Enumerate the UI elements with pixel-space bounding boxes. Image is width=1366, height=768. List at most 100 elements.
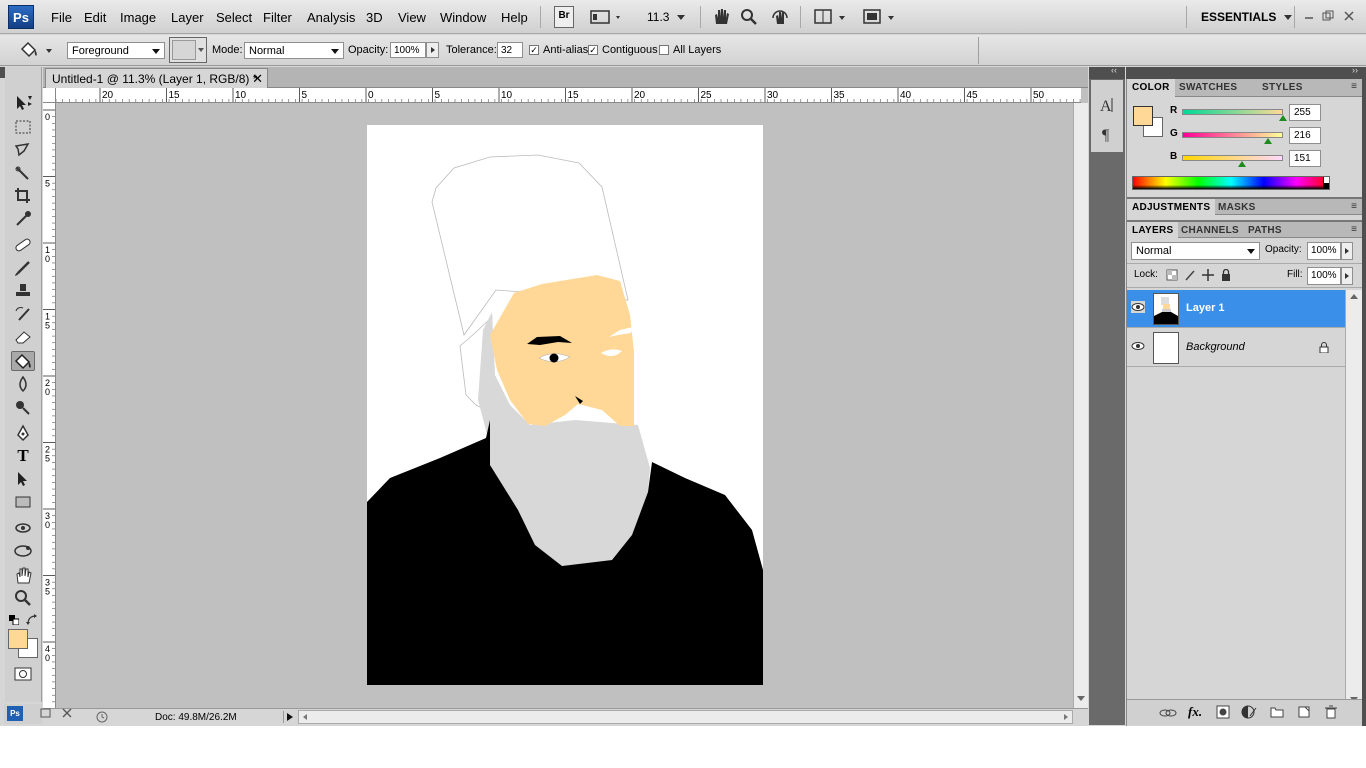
lock-all-icon[interactable] bbox=[1220, 268, 1232, 281]
clone-stamp-tool-icon[interactable] bbox=[11, 281, 35, 301]
workspace-switcher[interactable]: ESSENTIALS bbox=[1201, 10, 1293, 32]
blur-tool-icon[interactable] bbox=[11, 374, 35, 394]
menu-analysis[interactable]: Analysis bbox=[307, 10, 355, 25]
lock-position-icon[interactable] bbox=[1202, 269, 1214, 281]
layer-row-background[interactable]: Background bbox=[1127, 329, 1345, 367]
visibility-eye-icon[interactable] bbox=[1131, 340, 1145, 352]
panel-menu-icon[interactable]: ≡ bbox=[1351, 81, 1357, 92]
canvas-viewport[interactable] bbox=[57, 103, 1073, 708]
mode-select[interactable]: Normal bbox=[244, 42, 344, 59]
marquee-tool-icon[interactable] bbox=[11, 117, 35, 137]
status-info-icon[interactable] bbox=[95, 711, 109, 723]
antialias-checkbox[interactable]: ✓ bbox=[529, 45, 539, 55]
crop-tool-icon[interactable] bbox=[11, 186, 35, 206]
3d-rotate-tool-icon[interactable] bbox=[11, 518, 35, 538]
3d-orbit-tool-icon[interactable] bbox=[11, 541, 35, 561]
horizontal-scrollbar[interactable] bbox=[298, 710, 1073, 724]
restore-icon[interactable] bbox=[1322, 10, 1334, 22]
minimize-icon[interactable] bbox=[1303, 10, 1315, 22]
vertical-scrollbar[interactable] bbox=[1073, 103, 1088, 708]
zoom-level[interactable]: 11.3 bbox=[647, 6, 687, 28]
menu-image[interactable]: Image bbox=[120, 10, 156, 25]
menu-file[interactable]: File bbox=[51, 10, 72, 25]
tab-styles[interactable]: STYLES bbox=[1257, 79, 1308, 97]
pen-tool-icon[interactable] bbox=[11, 423, 35, 443]
tab-color[interactable]: COLOR bbox=[1127, 79, 1175, 97]
menu-window[interactable]: Window bbox=[440, 10, 486, 25]
channel-b-slider[interactable] bbox=[1182, 155, 1283, 161]
visibility-eye-icon[interactable] bbox=[1131, 301, 1145, 313]
menu-layer[interactable]: Layer bbox=[171, 10, 204, 25]
document-canvas[interactable] bbox=[57, 103, 1073, 708]
paint-bucket-tool-icon[interactable] bbox=[11, 351, 35, 371]
menu-help[interactable]: Help bbox=[501, 10, 528, 25]
quick-mask-icon[interactable] bbox=[11, 664, 35, 684]
doc-restore-icon[interactable] bbox=[40, 707, 52, 719]
lasso-tool-icon[interactable] bbox=[11, 140, 35, 160]
pattern-picker[interactable] bbox=[169, 37, 207, 63]
swap-colors-icon[interactable] bbox=[26, 614, 38, 626]
channel-r-slider[interactable] bbox=[1182, 109, 1283, 115]
layer-opacity-arrow-icon[interactable] bbox=[1341, 242, 1353, 260]
ps-mini-logo[interactable]: Ps bbox=[7, 706, 23, 721]
menu-3d[interactable]: 3D bbox=[366, 10, 383, 25]
dodge-tool-icon[interactable] bbox=[11, 397, 35, 417]
adjustments-menu-icon[interactable]: ≡ bbox=[1351, 201, 1357, 212]
close-tab-icon[interactable]: ✕ bbox=[252, 71, 263, 87]
tab-swatches[interactable]: SWATCHES bbox=[1174, 79, 1242, 97]
color-panel-foreground-swatch[interactable] bbox=[1133, 106, 1153, 126]
path-selection-tool-icon[interactable] bbox=[11, 469, 35, 489]
tab-masks[interactable]: MASKS bbox=[1213, 199, 1261, 217]
add-mask-icon[interactable] bbox=[1216, 705, 1230, 719]
layer-opacity-input[interactable]: 100% bbox=[1307, 242, 1341, 260]
new-layer-icon[interactable] bbox=[1297, 705, 1311, 719]
zoom-tool-icon[interactable] bbox=[739, 6, 759, 28]
character-panel-icon[interactable]: A bbox=[1097, 95, 1117, 115]
lock-image-icon[interactable] bbox=[1184, 269, 1196, 281]
rotate-view-icon[interactable] bbox=[769, 6, 791, 28]
delete-layer-icon[interactable] bbox=[1324, 705, 1338, 719]
zoom-tool-icon[interactable] bbox=[11, 588, 35, 608]
tab-layers[interactable]: LAYERS bbox=[1127, 222, 1179, 240]
link-layers-icon[interactable] bbox=[1159, 706, 1177, 720]
color-spectrum-bar[interactable] bbox=[1132, 176, 1330, 190]
layer-1-name[interactable]: Layer 1 bbox=[1186, 302, 1225, 314]
layers-scrollbar[interactable] bbox=[1345, 290, 1363, 710]
healing-brush-tool-icon[interactable] bbox=[11, 235, 35, 255]
brush-tool-icon[interactable] bbox=[11, 258, 35, 278]
paragraph-panel-icon[interactable]: ¶ bbox=[1097, 124, 1117, 144]
contiguous-checkbox[interactable]: ✓ bbox=[588, 45, 598, 55]
eyedropper-tool-icon[interactable] bbox=[11, 209, 35, 229]
channel-b-thumb[interactable] bbox=[1237, 161, 1246, 167]
screen-mode-icon[interactable] bbox=[862, 6, 898, 28]
move-tool-icon[interactable] bbox=[11, 93, 35, 113]
fill-arrow-icon[interactable] bbox=[1341, 267, 1353, 285]
tolerance-input[interactable]: 32 bbox=[497, 42, 523, 58]
close-icon[interactable] bbox=[1343, 10, 1355, 22]
opacity-slider-arrow-icon[interactable] bbox=[426, 42, 439, 58]
status-menu-arrow-icon[interactable] bbox=[283, 711, 295, 723]
menu-view[interactable]: View bbox=[398, 10, 426, 25]
all-layers-checkbox[interactable] bbox=[659, 45, 669, 55]
foreground-color-swatch[interactable] bbox=[8, 629, 28, 649]
hand-tool-icon[interactable] bbox=[11, 565, 35, 585]
blend-mode-select[interactable]: Normal bbox=[1131, 242, 1260, 260]
default-colors-icon[interactable] bbox=[9, 615, 20, 626]
fill-source-select[interactable]: Foreground bbox=[67, 42, 165, 59]
layer-row-layer-1[interactable]: Layer 1 bbox=[1127, 290, 1345, 328]
background-layer-name[interactable]: Background bbox=[1186, 341, 1245, 353]
menu-filter[interactable]: Filter bbox=[263, 10, 292, 25]
menu-select[interactable]: Select bbox=[216, 10, 252, 25]
paint-bucket-preset-icon[interactable] bbox=[18, 40, 54, 60]
channel-r-thumb[interactable] bbox=[1279, 115, 1287, 121]
ruler-origin[interactable] bbox=[43, 88, 56, 103]
bridge-button[interactable]: Br bbox=[554, 6, 574, 28]
channel-b-input[interactable]: 151 bbox=[1289, 150, 1321, 167]
quick-selection-tool-icon[interactable] bbox=[11, 163, 35, 183]
menu-edit[interactable]: Edit bbox=[84, 10, 106, 25]
hand-tool-icon[interactable] bbox=[711, 6, 731, 28]
eraser-tool-icon[interactable] bbox=[11, 327, 35, 347]
layer-style-fx-icon[interactable]: fx. bbox=[1188, 704, 1206, 720]
tab-adjustments[interactable]: ADJUSTMENTS bbox=[1127, 199, 1216, 217]
arrange-documents-icon[interactable] bbox=[813, 6, 849, 28]
